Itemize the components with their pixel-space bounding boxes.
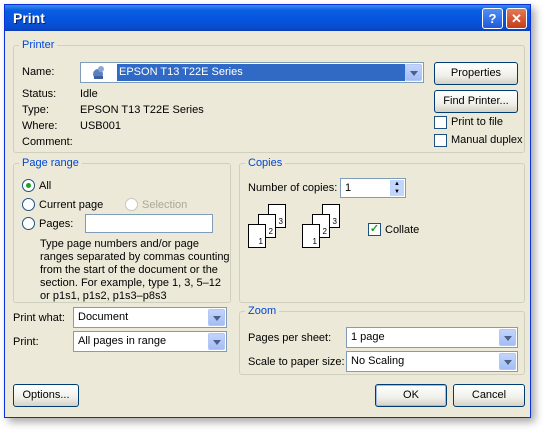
number-of-copies-value: 1 [345, 182, 352, 194]
selection-label: Selection [142, 199, 188, 211]
where-value: USB001 [80, 120, 121, 132]
cancel-button[interactable]: Cancel [453, 384, 525, 407]
scale-to-paper-select[interactable]: No Scaling [346, 351, 518, 372]
status-label: Status: [22, 88, 57, 100]
status-value: Idle [80, 88, 98, 100]
collate-checkbox[interactable]: ✓ [368, 223, 381, 236]
pages-input[interactable] [85, 214, 213, 233]
pages-radio[interactable] [22, 217, 35, 230]
number-of-copies-input[interactable]: 1 ▲ ▼ [340, 178, 406, 198]
page-range-group-label: Page range [19, 157, 82, 169]
zoom-group: Zoom Pages per sheet: 1 page Scale to pa… [239, 305, 525, 375]
copies-group: Copies Number of copies: 1 ▲ ▼ 3 2 1 3 2… [239, 157, 525, 303]
print-what-value: Document [78, 311, 129, 323]
print-select[interactable]: All pages in range [73, 331, 227, 352]
print-label: Print: [13, 336, 39, 348]
current-page-radio[interactable] [22, 198, 35, 211]
printer-name-label: Name: [22, 66, 55, 78]
close-button[interactable]: ✕ [506, 8, 527, 29]
page-range-help-line1: Type page numbers and/or page [40, 238, 200, 250]
find-printer-button[interactable]: Find Printer... [434, 90, 518, 113]
ok-button[interactable]: OK [375, 384, 447, 407]
zoom-group-label: Zoom [245, 305, 280, 317]
type-value: EPSON T13 T22E Series [80, 104, 204, 116]
pages-label[interactable]: Pages: [39, 218, 73, 230]
manual-duplex-label[interactable]: Manual duplex [451, 134, 523, 146]
printer-group: Printer Name: EPSON T13 T22E Series Stat… [13, 39, 525, 153]
print-to-file-checkbox[interactable] [434, 116, 447, 129]
printer-name-select[interactable]: EPSON T13 T22E Series [80, 62, 424, 83]
page-range-help-line5: or p1s1, p1s2, p1s3–p8s3 [40, 290, 167, 302]
printer-group-label: Printer [19, 39, 58, 51]
current-page-label[interactable]: Current page [39, 199, 103, 211]
title-bar[interactable]: Print ? ✕ [5, 5, 530, 31]
selection-radio[interactable] [125, 198, 138, 211]
spin-up-icon[interactable]: ▲ [390, 180, 404, 188]
printer-name-value: EPSON T13 T22E Series [117, 64, 405, 81]
manual-duplex-checkbox[interactable] [434, 134, 447, 147]
all-radio[interactable] [22, 179, 35, 192]
print-value: All pages in range [78, 335, 167, 347]
pages-per-sheet-select[interactable]: 1 page [346, 327, 518, 348]
comment-label: Comment: [22, 136, 73, 148]
all-radio-label[interactable]: All [39, 180, 51, 192]
dialog-title: Print [13, 10, 45, 26]
chevron-down-icon[interactable] [208, 333, 225, 350]
help-button[interactable]: ? [482, 8, 503, 29]
spin-down-icon[interactable]: ▼ [390, 188, 404, 196]
collate-page-1: 1 [248, 224, 266, 248]
chevron-down-icon[interactable] [405, 64, 422, 81]
copies-group-label: Copies [245, 157, 286, 169]
chevron-down-icon[interactable] [499, 353, 516, 370]
page-range-help-line4: section. For example, type 1, 3, 5–12 [40, 277, 221, 289]
options-button[interactable]: Options... [13, 384, 79, 407]
type-label: Type: [22, 104, 49, 116]
chevron-down-icon[interactable] [499, 329, 516, 346]
print-to-file-label[interactable]: Print to file [451, 116, 503, 128]
print-what-select[interactable]: Document [73, 307, 227, 328]
chevron-down-icon[interactable] [208, 309, 225, 326]
print-dialog: Print ? ✕ Printer Name: EPSON T13 T22E S… [4, 4, 531, 418]
collate-illustration: 3 2 1 3 2 1 [248, 204, 358, 256]
collate-label[interactable]: Collate [385, 224, 419, 236]
page-range-help-line2: ranges separated by commas counting [40, 251, 230, 263]
page-range-group: Page range All Current page Selection Pa… [13, 157, 231, 303]
collate-page-1b: 1 [302, 224, 320, 248]
where-label: Where: [22, 120, 58, 132]
scale-to-paper-label: Scale to paper size: [248, 356, 345, 368]
pages-per-sheet-label: Pages per sheet: [248, 332, 332, 344]
number-of-copies-label: Number of copies: [248, 182, 338, 194]
pages-per-sheet-value: 1 page [351, 331, 385, 343]
print-what-label: Print what: [13, 312, 65, 324]
printer-icon [91, 65, 107, 80]
scale-to-paper-value: No Scaling [351, 355, 405, 367]
help-icon: ? [488, 11, 497, 26]
page-range-help-line3: from the start of the document or the [40, 264, 218, 276]
properties-button[interactable]: Properties [434, 62, 518, 85]
close-icon: ✕ [511, 11, 522, 26]
